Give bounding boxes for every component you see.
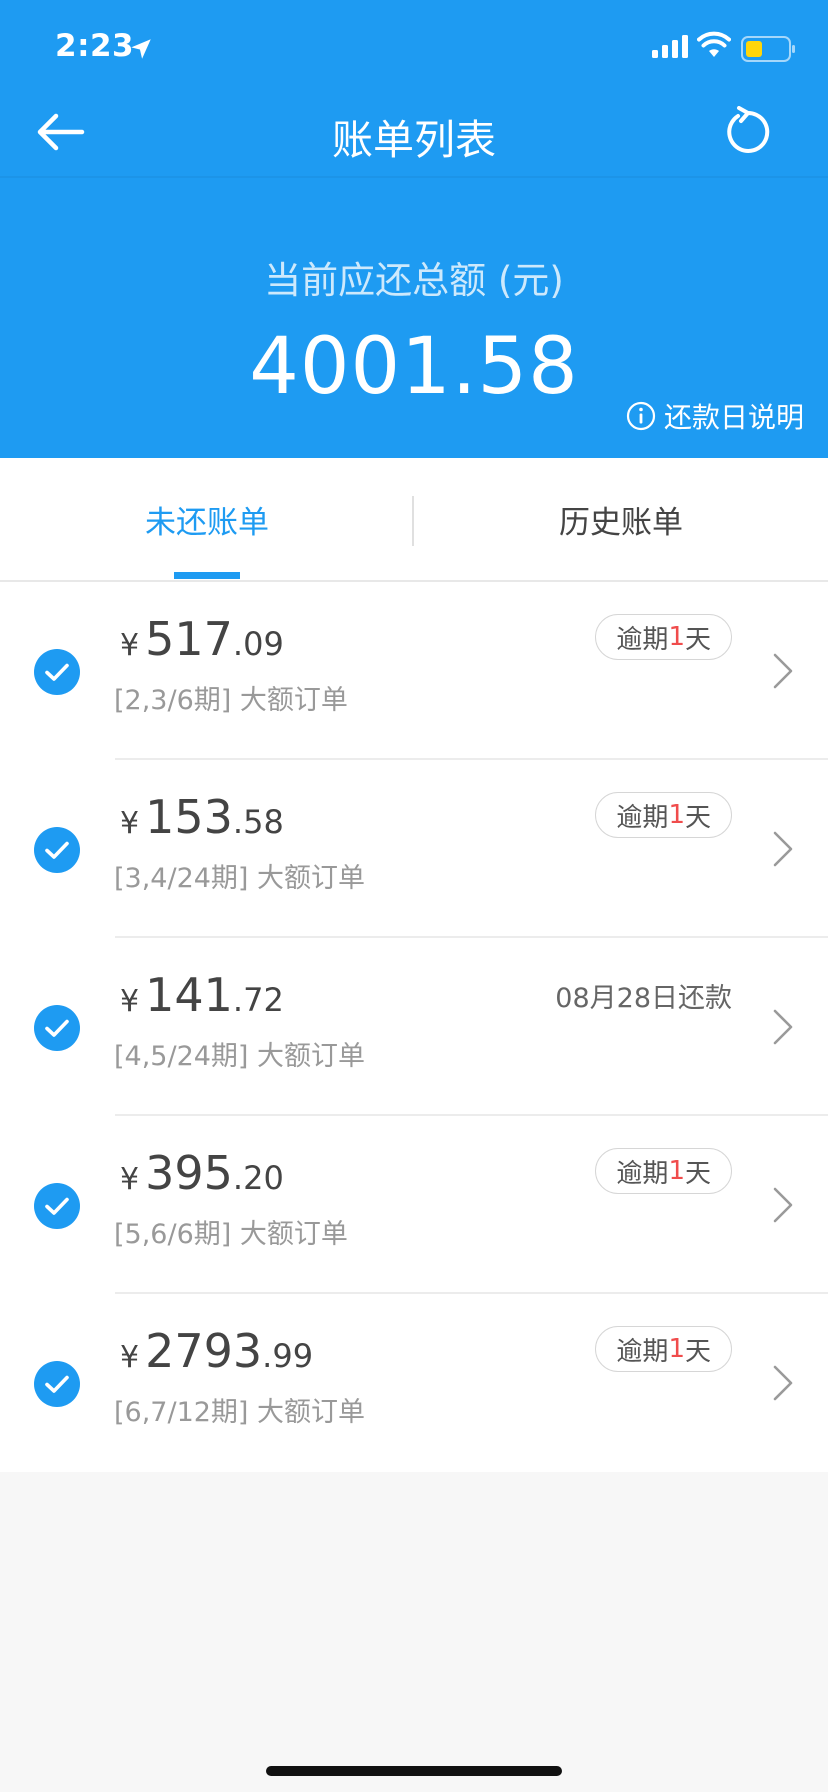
tab-history-bills[interactable]: 历史账单 bbox=[414, 458, 828, 580]
amount-decimal: .72 bbox=[232, 981, 284, 1019]
due-date: 08月28日还款 bbox=[555, 983, 732, 1014]
bill-row[interactable]: ¥2793.99 [6,7/12期] 大额订单 逾期 1 天 bbox=[0, 1294, 828, 1472]
overdue-days: 1 bbox=[668, 1334, 685, 1364]
bill-row[interactable]: ¥141.72 [4,5/24期] 大额订单 08月28日还款 bbox=[0, 938, 828, 1116]
bill-amount: ¥153.58 bbox=[120, 790, 284, 844]
info-icon bbox=[626, 401, 656, 431]
checked-circle-icon[interactable] bbox=[34, 827, 80, 873]
overdue-badge: 逾期 1 天 bbox=[595, 1326, 732, 1372]
bill-row[interactable]: ¥395.20 [5,6/6期] 大额订单 逾期 1 天 bbox=[0, 1116, 828, 1294]
checked-circle-icon[interactable] bbox=[34, 649, 80, 695]
bill-term: [3,4/24期] 大额订单 bbox=[114, 863, 366, 894]
chevron-right-icon bbox=[773, 831, 793, 867]
refresh-icon[interactable] bbox=[722, 106, 774, 158]
amount-integer: 153 bbox=[145, 790, 233, 844]
overdue-days: 1 bbox=[668, 800, 685, 830]
badge-suffix: 天 bbox=[684, 1158, 711, 1189]
amount-decimal: .99 bbox=[262, 1337, 314, 1375]
chevron-right-icon bbox=[773, 1365, 793, 1401]
bill-amount: ¥517.09 bbox=[120, 612, 284, 666]
bill-row[interactable]: ¥517.09 [2,3/6期] 大额订单 逾期 1 天 bbox=[0, 582, 828, 760]
amount-decimal: .58 bbox=[232, 803, 284, 841]
bill-amount: ¥141.72 bbox=[120, 968, 284, 1022]
overdue-days: 1 bbox=[668, 1156, 685, 1186]
bill-term: [2,3/6期] 大额订单 bbox=[114, 685, 348, 716]
nav-bar: 账单列表 bbox=[0, 88, 828, 176]
badge-prefix: 逾期 bbox=[616, 624, 669, 655]
chevron-right-icon bbox=[773, 653, 793, 689]
page-title: 账单列表 bbox=[332, 116, 496, 164]
bill-term: [4,5/24期] 大额订单 bbox=[114, 1041, 366, 1072]
status-time: 2:23 bbox=[55, 28, 135, 64]
overdue-badge: 逾期 1 天 bbox=[595, 792, 732, 838]
checked-circle-icon[interactable] bbox=[34, 1361, 80, 1407]
bill-tabs: 未还账单 历史账单 bbox=[0, 458, 828, 582]
amount-integer: 517 bbox=[145, 612, 233, 666]
location-arrow-icon bbox=[131, 39, 151, 59]
currency-symbol: ¥ bbox=[120, 628, 140, 663]
tab-unpaid-bills[interactable]: 未还账单 bbox=[0, 458, 414, 580]
currency-symbol: ¥ bbox=[120, 1162, 140, 1197]
tab-label: 历史账单 bbox=[559, 504, 683, 541]
overdue-badge: 逾期 1 天 bbox=[595, 614, 732, 660]
header: 2:23 账单列表 当前应还总额 (元) 4001.58 还款日说明 bbox=[0, 0, 828, 458]
active-tab-indicator bbox=[174, 572, 240, 579]
chevron-right-icon bbox=[773, 1187, 793, 1223]
repayment-day-info-label: 还款日说明 bbox=[663, 401, 804, 434]
badge-prefix: 逾期 bbox=[616, 1158, 669, 1189]
nav-divider bbox=[0, 176, 828, 178]
currency-symbol: ¥ bbox=[120, 806, 140, 841]
checked-circle-icon[interactable] bbox=[34, 1183, 80, 1229]
bill-amount: ¥395.20 bbox=[120, 1146, 284, 1200]
overdue-badge: 逾期 1 天 bbox=[595, 1148, 732, 1194]
amount-integer: 141 bbox=[145, 968, 233, 1022]
bill-amount: ¥2793.99 bbox=[120, 1324, 313, 1378]
badge-prefix: 逾期 bbox=[616, 802, 669, 833]
bill-row[interactable]: ¥153.58 [3,4/24期] 大额订单 逾期 1 天 bbox=[0, 760, 828, 938]
home-indicator bbox=[266, 1766, 562, 1776]
badge-suffix: 天 bbox=[684, 802, 711, 833]
overdue-days: 1 bbox=[668, 622, 685, 652]
currency-symbol: ¥ bbox=[120, 984, 140, 1019]
amount-decimal: .09 bbox=[232, 625, 284, 663]
currency-symbol: ¥ bbox=[120, 1340, 140, 1375]
tab-label: 未还账单 bbox=[145, 504, 269, 541]
badge-suffix: 天 bbox=[684, 1336, 711, 1367]
bill-term: [6,7/12期] 大额订单 bbox=[114, 1397, 366, 1428]
status-bar: 2:23 bbox=[0, 0, 828, 88]
total-due-label: 当前应还总额 (元) bbox=[264, 259, 564, 302]
bill-list: ¥517.09 [2,3/6期] 大额订单 逾期 1 天 ¥153.58 [3,4/… bbox=[0, 582, 828, 1472]
amount-decimal: .20 bbox=[232, 1159, 284, 1197]
wifi-icon bbox=[697, 31, 731, 57]
repayment-day-info-link[interactable]: 还款日说明 bbox=[626, 396, 804, 436]
battery-icon bbox=[741, 36, 795, 62]
amount-integer: 2793 bbox=[145, 1324, 263, 1378]
checked-circle-icon[interactable] bbox=[34, 1005, 80, 1051]
amount-integer: 395 bbox=[145, 1146, 233, 1200]
chevron-right-icon bbox=[773, 1009, 793, 1045]
cellular-signal-icon bbox=[652, 35, 688, 58]
badge-suffix: 天 bbox=[684, 624, 711, 655]
bill-term: [5,6/6期] 大额订单 bbox=[114, 1219, 348, 1250]
badge-prefix: 逾期 bbox=[616, 1336, 669, 1367]
